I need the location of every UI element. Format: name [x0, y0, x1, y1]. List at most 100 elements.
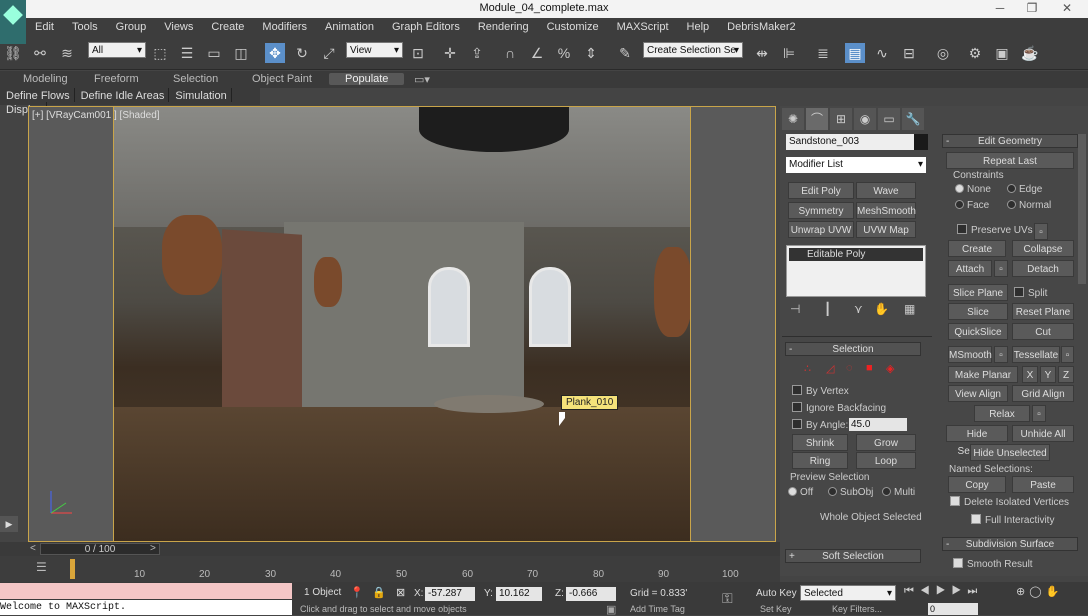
command-panel-scrollbar[interactable]	[1078, 134, 1086, 284]
key-selection-dropdown[interactable]: Selected	[800, 585, 896, 602]
tab-selection[interactable]: Selection	[173, 73, 218, 85]
uvw-map-button[interactable]: UVW Map	[856, 221, 916, 238]
subtab-simulation[interactable]: Simulation	[169, 88, 232, 102]
create-tab-icon[interactable]: ✺	[782, 108, 804, 130]
orbit-icon[interactable]: ◯	[1029, 586, 1045, 598]
selection-rollout-header[interactable]: - Selection	[785, 342, 921, 356]
select-manipulate-icon[interactable]: ✛	[440, 43, 460, 63]
edit-poly-button[interactable]: Edit Poly	[788, 182, 854, 199]
render-setup-icon[interactable]: ⚙	[965, 43, 985, 63]
grid-align-button[interactable]: Grid Align	[1012, 385, 1074, 402]
object-color-swatch[interactable]	[914, 134, 928, 150]
remove-modifier-icon[interactable]: ✋	[874, 302, 889, 316]
named-selection-set-dropdown[interactable]: Create Selection Se	[643, 42, 743, 59]
modify-tab-icon[interactable]: ⌒	[806, 108, 828, 130]
repeat-last-button[interactable]: Repeat Last	[946, 152, 1074, 169]
subtab-define-idle-areas[interactable]: Define Idle Areas	[75, 88, 170, 102]
reference-coordinate-dropdown[interactable]: View	[346, 42, 403, 59]
selection-filter-dropdown[interactable]: All	[88, 42, 146, 59]
planar-x-button[interactable]: X	[1022, 366, 1038, 383]
spinner-snap-icon[interactable]: ⇕	[581, 43, 601, 63]
go-to-end-icon[interactable]: ⏭	[967, 585, 983, 597]
absolute-mode-icon[interactable]: ⊠	[396, 586, 405, 599]
zoom-icon[interactable]: ⊕	[1016, 586, 1029, 598]
y-coordinate-field[interactable]: 10.162	[496, 587, 542, 601]
copy-button[interactable]: Copy	[948, 476, 1006, 493]
menu-help[interactable]: Help	[678, 18, 719, 33]
hierarchy-tab-icon[interactable]: ⊞	[830, 108, 852, 130]
edge-level-icon[interactable]: ◿	[826, 362, 834, 375]
add-time-tag-button[interactable]: Add Time Tag	[630, 604, 685, 615]
tab-object-paint[interactable]: Object Paint	[252, 73, 312, 85]
rectangular-selection-icon[interactable]: ▭	[204, 43, 224, 63]
relax-settings-icon[interactable]: ▫	[1032, 405, 1046, 422]
viewport-label[interactable]: [+] [VRayCam001 ] [Shaded]	[32, 110, 160, 121]
msmooth-button[interactable]: MSmooth	[948, 346, 992, 363]
menu-edit[interactable]: Edit	[26, 18, 63, 33]
ring-button[interactable]: Ring	[792, 452, 848, 469]
time-prev-icon[interactable]: <	[30, 543, 36, 554]
meshsmooth-button[interactable]: MeshSmooth	[856, 202, 916, 219]
maximize-button[interactable]: ❐	[1017, 1, 1047, 15]
tessellate-button[interactable]: Tessellate	[1012, 346, 1060, 363]
rendered-frame-icon[interactable]: ▣	[992, 43, 1012, 63]
bind-space-warp-icon[interactable]: ≋	[57, 43, 77, 63]
planar-y-button[interactable]: Y	[1040, 366, 1056, 383]
previous-frame-icon[interactable]: ◀	[920, 585, 936, 597]
render-production-icon[interactable]: ☕	[1020, 43, 1040, 63]
element-level-icon[interactable]: ◈	[886, 362, 894, 375]
by-vertex-checkbox[interactable]: By Vertex	[792, 385, 849, 397]
menu-group[interactable]: Group	[107, 18, 156, 33]
time-slider[interactable]: 0 / 100	[40, 543, 160, 555]
material-editor-icon[interactable]: ◎	[933, 43, 953, 63]
minimize-button[interactable]: ─	[985, 1, 1015, 15]
preview-off-radio[interactable]: Off	[788, 487, 813, 498]
cut-button[interactable]: Cut	[1012, 323, 1074, 340]
x-coordinate-field[interactable]: -57.287	[425, 587, 475, 601]
make-planar-button[interactable]: Make Planar	[948, 366, 1018, 383]
time-next-icon[interactable]: >	[150, 543, 156, 554]
view-align-button[interactable]: View Align	[948, 385, 1008, 402]
schematic-view-icon[interactable]: ⊟	[899, 43, 919, 63]
menu-views[interactable]: Views	[155, 18, 202, 33]
link-icon[interactable]: ⛓	[3, 43, 23, 63]
ribbon-options-icon[interactable]: ▭▾	[414, 73, 430, 86]
current-frame-field[interactable]: 0	[928, 603, 978, 615]
edit-geometry-rollout-header[interactable]: - Edit Geometry	[942, 134, 1078, 148]
play-icon[interactable]: ▶	[936, 585, 952, 597]
maxscript-output[interactable]: Welcome to MAXScript.	[0, 600, 292, 615]
paste-button[interactable]: Paste	[1012, 476, 1074, 493]
next-frame-icon[interactable]: ▶	[952, 585, 968, 597]
delete-isolated-vertices-checkbox[interactable]: Delete Isolated Vertices	[950, 496, 1069, 508]
hide-selected-button[interactable]: Hide Selected	[946, 425, 1008, 457]
slice-button[interactable]: Slice	[948, 303, 1008, 320]
subtab-define-flows[interactable]: Define Flows	[0, 88, 75, 102]
utilities-tab-icon[interactable]: 🔧	[902, 108, 924, 130]
constraint-face-radio[interactable]: Face	[955, 200, 989, 211]
menu-maxscript[interactable]: MAXScript	[608, 18, 678, 33]
tessellate-settings-icon[interactable]: ▫	[1061, 346, 1074, 363]
split-checkbox[interactable]: Split	[1014, 287, 1047, 299]
time-tag-icon[interactable]: ▣	[606, 603, 616, 616]
detach-button[interactable]: Detach	[1012, 260, 1074, 277]
unwrap-uvw-button[interactable]: Unwrap UVW	[788, 221, 854, 238]
pan-icon[interactable]: ✋	[1046, 586, 1064, 598]
hide-unselected-button[interactable]: Hide Unselected	[970, 444, 1050, 461]
pin-stack-icon[interactable]: ⊣	[790, 302, 800, 316]
create-button[interactable]: Create	[948, 240, 1006, 257]
menu-debrismaker2[interactable]: DebrisMaker2	[718, 18, 804, 33]
close-button[interactable]: ✕	[1052, 1, 1082, 15]
rendered-scene[interactable]	[113, 107, 691, 541]
menu-animation[interactable]: Animation	[316, 18, 383, 33]
edit-named-selection-icon[interactable]: ✎	[615, 43, 635, 63]
symmetry-button[interactable]: Symmetry	[788, 202, 854, 219]
object-name-field[interactable]: Sandstone_003	[786, 134, 914, 150]
app-logo-icon[interactable]	[0, 0, 26, 44]
scene-explorer-icon[interactable]: ▤	[845, 43, 865, 63]
set-key-mode-icon[interactable]: ⚿	[722, 590, 733, 607]
preserve-uvs-checkbox[interactable]: Preserve UVs	[957, 224, 1033, 236]
display-tab-icon[interactable]: ▭	[878, 108, 900, 130]
percent-snap-icon[interactable]: %	[554, 43, 574, 63]
ignore-backfacing-checkbox[interactable]: Ignore Backfacing	[792, 402, 886, 414]
tab-populate[interactable]: Populate	[329, 73, 405, 85]
